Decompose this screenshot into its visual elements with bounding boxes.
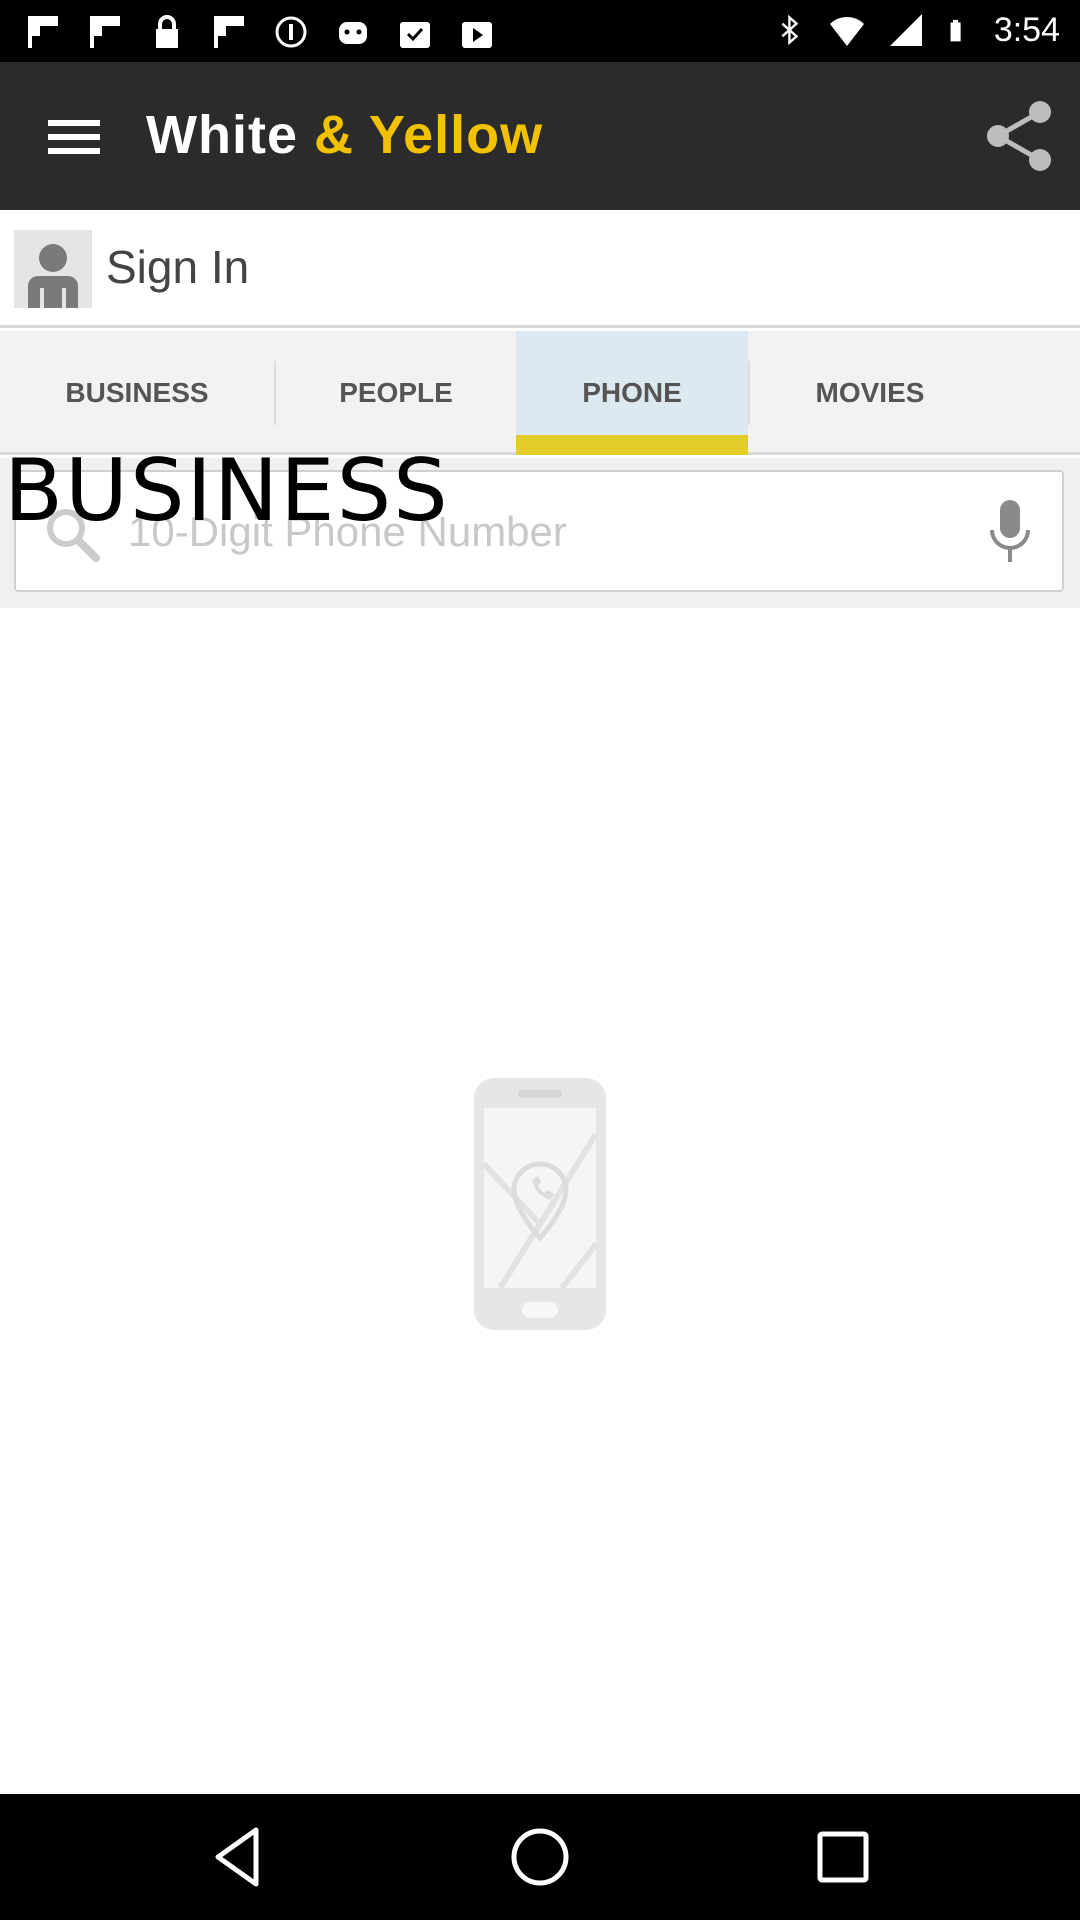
tab-movies[interactable]: MOVIES [750, 331, 990, 455]
clock: 3:54 [993, 10, 1060, 49]
app-title-yellow: & Yellow [314, 105, 544, 165]
tab-label: PEOPLE [339, 377, 453, 408]
tab-label: PHONE [582, 377, 682, 408]
navigation-bar [0, 1794, 1080, 1920]
tab-phone[interactable]: PHONE [516, 331, 748, 455]
tab-business[interactable]: BUSINESS [0, 331, 274, 455]
flipboard-icon [214, 16, 244, 48]
shopping-bag-play-icon [462, 22, 492, 48]
avatar [14, 230, 92, 308]
phone-map-icon [474, 1078, 606, 1330]
sign-in-row[interactable]: Sign In [0, 210, 1080, 328]
system-icons: 3:54 [776, 10, 1060, 50]
shopping-bag-check-icon [400, 22, 430, 48]
battery-icon [950, 19, 961, 42]
microphone-icon[interactable] [986, 496, 1034, 568]
flipboard-icon [90, 16, 120, 48]
app-title: White & Yellow [146, 104, 543, 166]
share-icon[interactable] [984, 98, 1056, 174]
tab-bar: BUSINESS PEOPLE PHONE MOVIES [0, 331, 1080, 455]
lock-icon [156, 15, 178, 48]
business-overlay-label: BUSINESS [4, 441, 450, 541]
flipboard-icon [28, 16, 58, 48]
bluetooth-icon [781, 14, 799, 46]
android-icon [339, 22, 367, 44]
app-title-white: White [146, 105, 298, 165]
active-tab-indicator [516, 435, 748, 455]
back-icon[interactable] [206, 1824, 272, 1890]
signal-icon [889, 14, 922, 46]
tab-people[interactable]: PEOPLE [276, 331, 516, 455]
wifi-icon [829, 16, 864, 46]
home-icon[interactable] [507, 1824, 573, 1890]
recents-icon[interactable] [810, 1824, 876, 1890]
menu-icon[interactable] [38, 110, 110, 164]
notification-icons [24, 14, 496, 50]
tab-label: BUSINESS [65, 377, 209, 408]
content-area [0, 608, 1080, 1794]
app-bar: White & Yellow [0, 62, 1080, 210]
person-icon [28, 244, 78, 308]
info-icon [275, 16, 307, 48]
sign-in-label: Sign In [106, 241, 250, 293]
tab-label: MOVIES [815, 377, 925, 408]
status-bar: 3:54 [0, 0, 1080, 62]
